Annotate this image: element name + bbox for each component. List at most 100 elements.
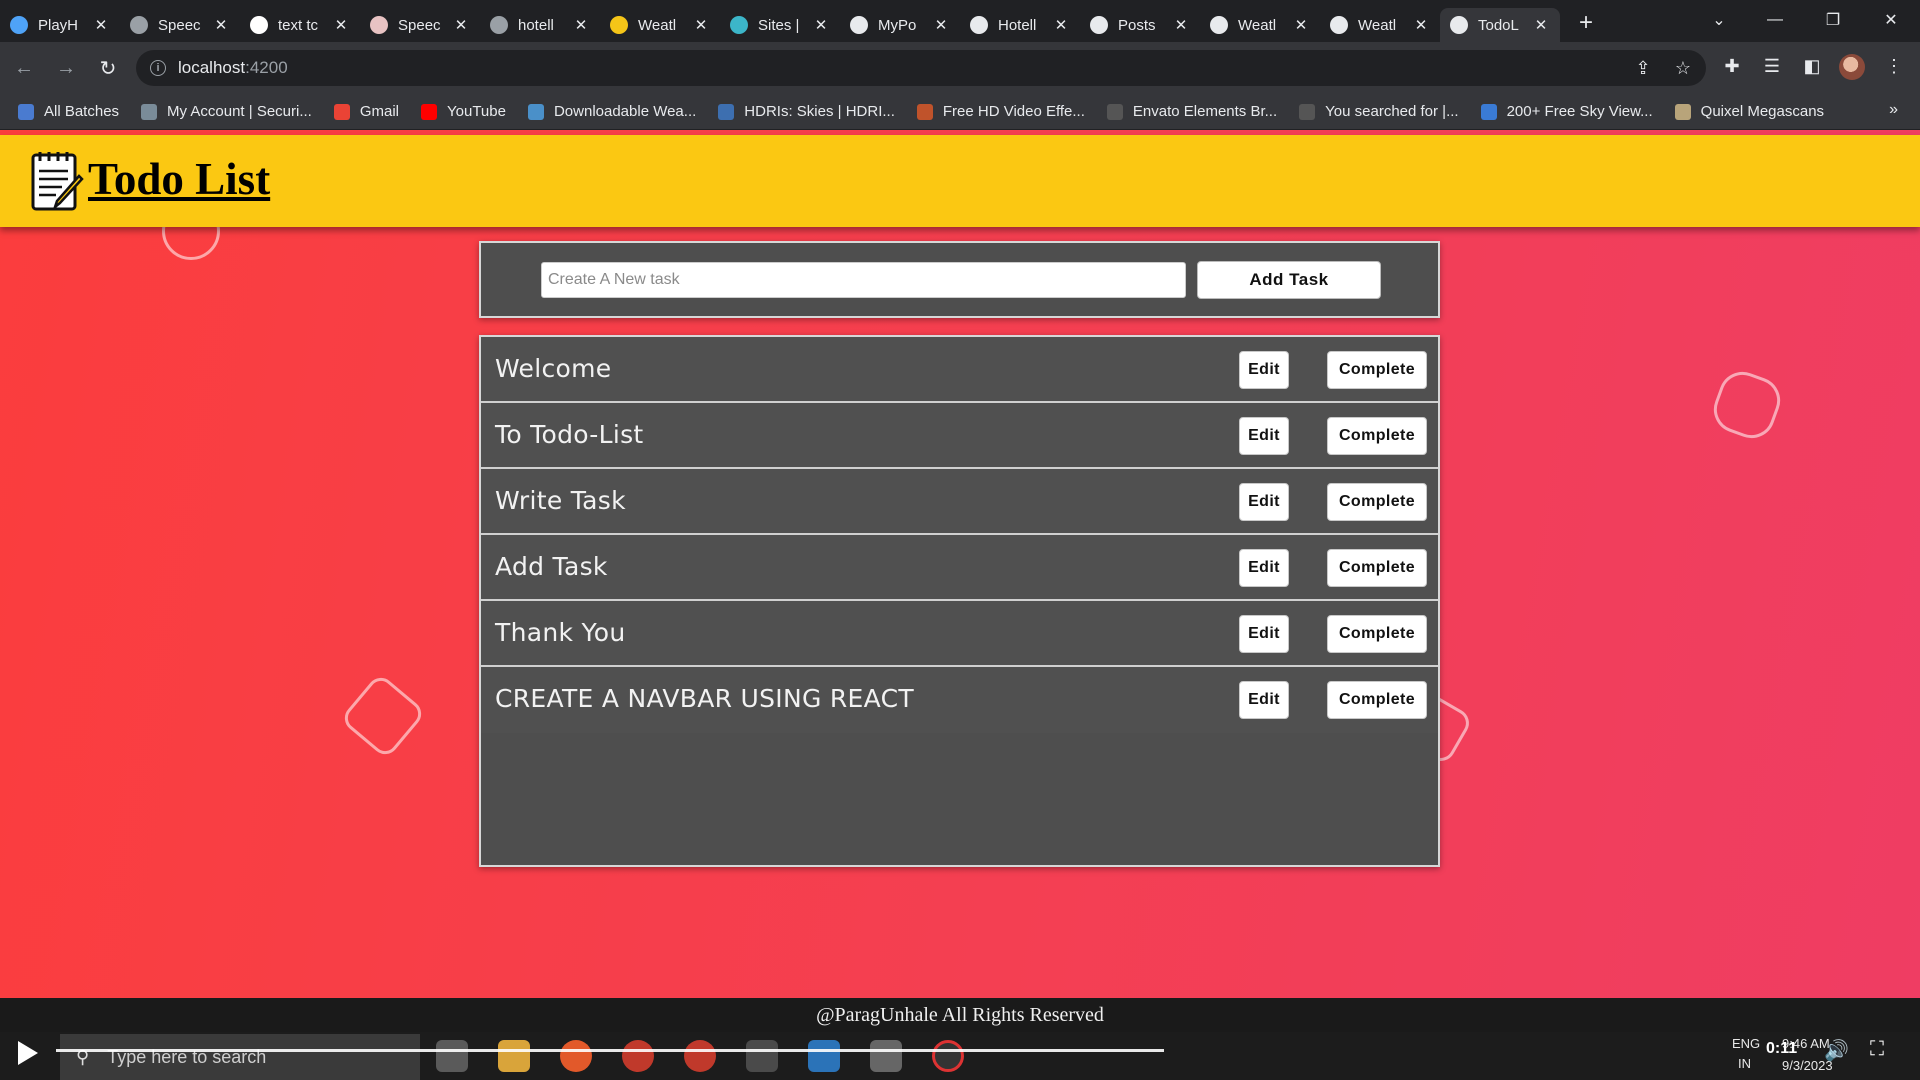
- fullscreen-icon[interactable]: ⛶: [1870, 1038, 1884, 1061]
- tab-close-icon[interactable]: ✕: [932, 16, 950, 34]
- complete-task-button[interactable]: Complete: [1327, 615, 1427, 653]
- browser-tab[interactable]: MyPo ✕: [840, 8, 960, 42]
- forward-arrow-icon[interactable]: →: [48, 50, 84, 86]
- edit-task-button[interactable]: Edit: [1239, 549, 1289, 587]
- side-panel-icon[interactable]: ◧: [1796, 50, 1828, 82]
- bookmark-label: You searched for |...: [1325, 103, 1459, 120]
- menu-kebab-icon[interactable]: ⋮: [1878, 50, 1910, 82]
- chrome-icon[interactable]: [622, 1040, 654, 1072]
- bookmark-item[interactable]: All Batches: [18, 103, 119, 120]
- app-icon[interactable]: [870, 1040, 902, 1072]
- browser-tab[interactable]: Posts ✕: [1080, 8, 1200, 42]
- volume-icon[interactable]: 🔊: [1824, 1038, 1849, 1063]
- bookmark-favicon-icon: [718, 103, 735, 120]
- chrome-profile-icon[interactable]: [684, 1040, 716, 1072]
- tab-label: Weatl: [1238, 16, 1277, 34]
- browser-tab[interactable]: Speec ✕: [360, 8, 480, 42]
- browser-tab[interactable]: Weatl ✕: [600, 8, 720, 42]
- browser-tab[interactable]: Weatl ✕: [1320, 8, 1440, 42]
- hand-icon: [610, 16, 628, 34]
- file-explorer-icon[interactable]: [498, 1040, 530, 1072]
- speech-icon: [130, 16, 148, 34]
- browser-tab[interactable]: Weatl ✕: [1200, 8, 1320, 42]
- browser-tab[interactable]: Speec ✕: [120, 8, 240, 42]
- reload-icon[interactable]: ↻: [90, 50, 126, 86]
- bookmark-item[interactable]: Envato Elements Br...: [1106, 103, 1277, 120]
- tab-label: Hotell: [998, 16, 1037, 34]
- share-icon[interactable]: ⇪: [1628, 53, 1658, 83]
- angular-icon: [970, 16, 988, 34]
- edit-task-button[interactable]: Edit: [1239, 417, 1289, 455]
- back-arrow-icon[interactable]: ←: [6, 50, 42, 86]
- complete-task-button[interactable]: Complete: [1327, 417, 1427, 455]
- media-controls-icon[interactable]: ☰: [1756, 50, 1788, 82]
- tab-close-icon[interactable]: ✕: [452, 16, 470, 34]
- complete-task-button[interactable]: Complete: [1327, 483, 1427, 521]
- tab-close-icon[interactable]: ✕: [212, 16, 230, 34]
- tray-region[interactable]: IN: [1738, 1056, 1751, 1071]
- tab-close-icon[interactable]: ✕: [1292, 16, 1310, 34]
- bookmark-item[interactable]: My Account | Securi...: [141, 103, 312, 120]
- edit-task-button[interactable]: Edit: [1239, 681, 1289, 719]
- tab-label: Weatl: [1358, 16, 1397, 34]
- site-info-icon[interactable]: i: [150, 60, 166, 76]
- task-row: Thank You Edit Complete: [481, 601, 1438, 667]
- firefox-icon[interactable]: [560, 1040, 592, 1072]
- tab-search-icon[interactable]: ⌄: [1696, 4, 1742, 36]
- task-form: Add Task: [479, 241, 1440, 318]
- browser-tab[interactable]: hotell ✕: [480, 8, 600, 42]
- complete-task-button[interactable]: Complete: [1327, 351, 1427, 389]
- minimize-icon[interactable]: —: [1752, 4, 1798, 36]
- edit-task-button[interactable]: Edit: [1239, 351, 1289, 389]
- bookmark-item[interactable]: YouTube: [421, 103, 506, 120]
- tab-close-icon[interactable]: ✕: [1412, 16, 1430, 34]
- video-play-icon[interactable]: [18, 1041, 38, 1065]
- tab-close-icon[interactable]: ✕: [1052, 16, 1070, 34]
- notepad-pencil-icon: [31, 152, 84, 211]
- tab-close-icon[interactable]: ✕: [812, 16, 830, 34]
- edit-task-button[interactable]: Edit: [1239, 615, 1289, 653]
- bookmark-star-icon[interactable]: ☆: [1668, 53, 1698, 83]
- tab-close-icon[interactable]: ✕: [92, 16, 110, 34]
- browser-tab[interactable]: TodoL ✕: [1440, 8, 1560, 42]
- bookmark-item[interactable]: HDRIs: Skies | HDRI...: [718, 103, 895, 120]
- bookmark-item[interactable]: You searched for |...: [1299, 103, 1459, 120]
- bookmark-favicon-icon: [1299, 103, 1316, 120]
- tab-close-icon[interactable]: ✕: [692, 16, 710, 34]
- new-tab-button[interactable]: +: [1568, 5, 1604, 41]
- extensions-icon[interactable]: ✚: [1716, 50, 1748, 82]
- terminal-icon[interactable]: [746, 1040, 778, 1072]
- browser-tab[interactable]: Hotell ✕: [960, 8, 1080, 42]
- tab-close-icon[interactable]: ✕: [1172, 16, 1190, 34]
- bookmark-item[interactable]: Free HD Video Effe...: [916, 103, 1085, 120]
- bookmark-item[interactable]: Quixel Megascans: [1674, 103, 1824, 120]
- google-icon: [250, 16, 268, 34]
- restore-icon[interactable]: ❐: [1810, 4, 1856, 36]
- video-progress-bar[interactable]: [56, 1049, 1164, 1052]
- browser-tab[interactable]: Sites | ✕: [720, 8, 840, 42]
- bookmark-item[interactable]: Downloadable Wea...: [527, 103, 696, 120]
- browser-tab[interactable]: text tc ✕: [240, 8, 360, 42]
- bookmark-item[interactable]: Gmail: [333, 103, 399, 120]
- address-bar[interactable]: i localhost:4200: [136, 50, 1706, 86]
- add-task-button[interactable]: Add Task: [1197, 261, 1381, 299]
- tab-strip: PlayH ✕ Speec ✕ text tc ✕ Speec ✕ hotell ✕ Weatl ✕ S…: [0, 0, 1920, 42]
- new-task-input[interactable]: [541, 262, 1186, 298]
- tab-close-icon[interactable]: ✕: [572, 16, 590, 34]
- app-title[interactable]: Todo List: [88, 153, 270, 205]
- browser-tab[interactable]: PlayH ✕: [0, 8, 120, 42]
- tab-close-icon[interactable]: ✕: [332, 16, 350, 34]
- taskbar-search[interactable]: ⚲ Type here to search: [60, 1034, 420, 1080]
- complete-task-button[interactable]: Complete: [1327, 681, 1427, 719]
- edit-task-button[interactable]: Edit: [1239, 483, 1289, 521]
- settings-gear-icon[interactable]: [436, 1040, 468, 1072]
- tray-lang[interactable]: ENG: [1732, 1036, 1760, 1051]
- complete-task-button[interactable]: Complete: [1327, 549, 1427, 587]
- profile-avatar[interactable]: [1839, 54, 1865, 80]
- bookmarks-more-icon[interactable]: »: [1889, 101, 1898, 119]
- record-icon[interactable]: [932, 1040, 964, 1072]
- tab-close-icon[interactable]: ✕: [1532, 16, 1550, 34]
- bookmark-item[interactable]: 200+ Free Sky View...: [1480, 103, 1653, 120]
- vscode-icon[interactable]: [808, 1040, 840, 1072]
- close-window-icon[interactable]: ✕: [1868, 4, 1914, 36]
